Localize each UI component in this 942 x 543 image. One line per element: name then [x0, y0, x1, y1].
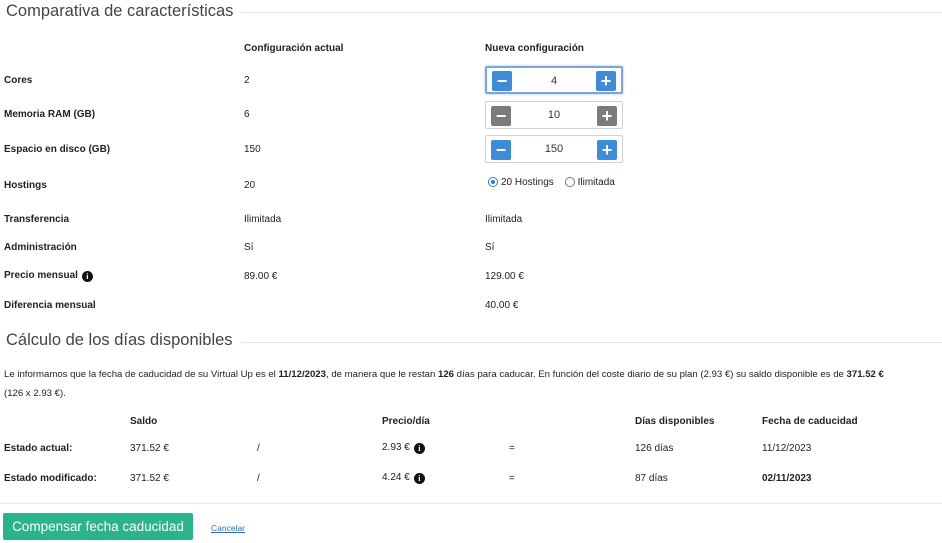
current-disk: 150 — [244, 144, 261, 155]
hostings-radio-group: 20 Hostings Ilimitada — [488, 177, 615, 188]
new-monthly-price: 129.00 € — [485, 271, 524, 282]
current-cores: 2 — [244, 75, 250, 86]
cancel-link[interactable]: Cancelar — [211, 523, 245, 533]
minus-icon[interactable]: − — [491, 106, 511, 126]
row-estado-modificado-saldo: 371.52 € — [130, 473, 169, 484]
row-label-hostings: Hostings — [4, 180, 47, 191]
days-info-text: Le informamos que la fecha de caducidad … — [4, 369, 884, 380]
row-label-transfer: Transferencia — [4, 214, 70, 225]
row-estado-modificado-eq: = — [509, 473, 515, 484]
current-transfer: Ilimitada — [244, 214, 282, 225]
row-estado-actual-fecha: 11/12/2023 — [762, 443, 812, 454]
row-estado-modificado-div: / — [257, 473, 260, 484]
days-legend: Cálculo de los días disponibles — [6, 331, 241, 350]
header-new-config: Nueva configuración — [485, 43, 584, 54]
radio-ilimitada[interactable]: Ilimitada — [564, 177, 615, 188]
row-estado-modificado-label: Estado modificado: — [4, 473, 97, 484]
disk-stepper[interactable]: − 150 + — [485, 135, 623, 163]
features-legend: Comparativa de características — [6, 2, 242, 21]
header-saldo: Saldo — [130, 416, 158, 427]
row-label-disk: Espacio en disco (GB) — [4, 144, 111, 155]
current-hostings: 20 — [244, 180, 256, 191]
cores-stepper[interactable]: − 4 + — [485, 66, 623, 94]
row-estado-actual-label: Estado actual: — [4, 443, 73, 454]
new-transfer: Ilimitada — [485, 214, 523, 225]
ram-value-input[interactable]: 10 — [516, 102, 592, 128]
disk-value-input[interactable]: 150 — [516, 136, 592, 162]
row-label-admin: Administración — [4, 242, 77, 253]
row-estado-modificado-precio: 4.24 € i — [382, 472, 425, 484]
new-monthly-diff: 40.00 € — [485, 300, 519, 311]
plus-icon[interactable]: + — [596, 71, 616, 91]
actions-divider — [0, 503, 942, 504]
row-estado-actual-saldo: 371.52 € — [130, 443, 169, 454]
radio-unchecked-icon[interactable] — [564, 177, 575, 187]
row-estado-modificado-dias: 87 días — [635, 473, 668, 484]
radio-checked-icon[interactable] — [488, 177, 498, 187]
new-admin: Sí — [485, 242, 495, 253]
plus-icon[interactable]: + — [597, 140, 617, 160]
row-label-cores: Cores — [4, 75, 33, 86]
header-fecha-caducidad: Fecha de caducidad — [762, 416, 858, 427]
days-info-text-line2: (126 x 2.93 €). — [4, 388, 66, 399]
row-estado-actual-dias: 126 días — [635, 443, 674, 454]
cores-value-input[interactable]: 4 — [517, 68, 591, 94]
minus-icon[interactable]: − — [491, 140, 511, 160]
plus-icon[interactable]: + — [597, 106, 617, 126]
row-label-ram: Memoria RAM (GB) — [4, 109, 96, 120]
row-label-monthly-diff: Diferencia mensual — [4, 300, 96, 311]
header-current-config: Configuración actual — [244, 43, 344, 54]
current-monthly-price: 89.00 € — [244, 271, 278, 282]
header-dias-disponibles: Días disponibles — [635, 416, 715, 427]
row-estado-actual-precio: 2.93 € i — [382, 442, 425, 454]
ram-stepper[interactable]: − 10 + — [485, 101, 623, 129]
current-ram: 6 — [244, 109, 250, 120]
compensate-expiry-button[interactable]: Compensar fecha caducidad — [3, 513, 193, 540]
header-precio-dia: Precio/día — [382, 416, 430, 427]
info-icon[interactable]: i — [413, 443, 425, 454]
info-icon[interactable]: i — [413, 473, 425, 484]
current-admin: Sí — [244, 242, 254, 253]
row-label-monthly-price: Precio mensual i — [4, 270, 93, 282]
minus-icon[interactable]: − — [492, 71, 512, 91]
row-estado-modificado-fecha: 02/11/2023 — [762, 473, 812, 484]
radio-20-hostings[interactable]: 20 Hostings — [488, 177, 554, 188]
info-icon[interactable]: i — [81, 271, 93, 282]
row-estado-actual-div: / — [257, 443, 260, 454]
row-estado-actual-eq: = — [509, 443, 515, 454]
